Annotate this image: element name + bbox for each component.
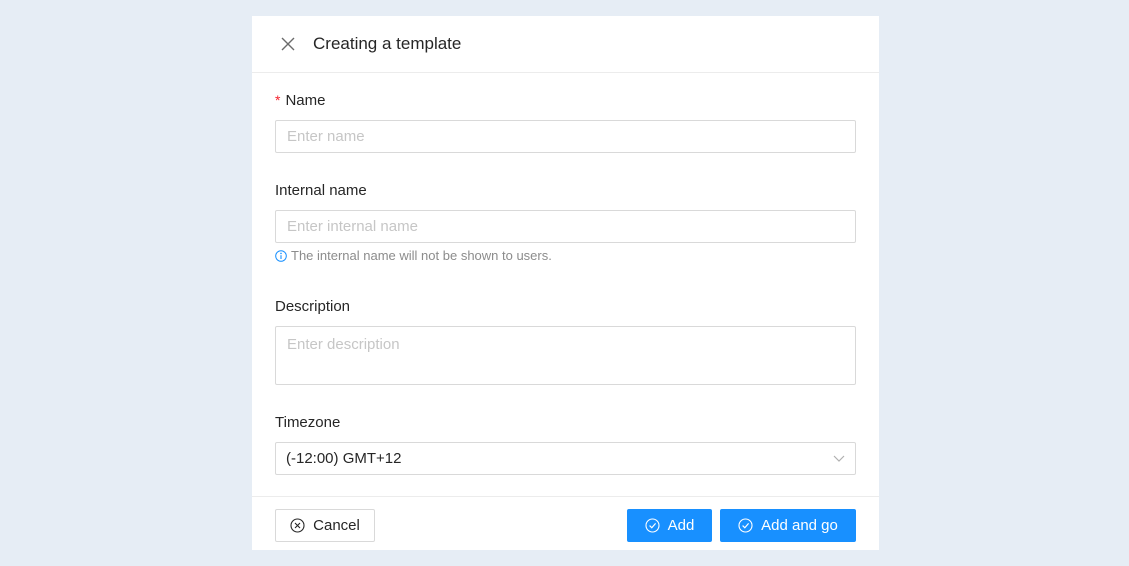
internal-name-input[interactable]	[275, 210, 856, 243]
add-and-go-button[interactable]: Add and go	[720, 509, 856, 542]
add-label: Add	[667, 517, 695, 534]
check-circle-icon	[738, 518, 753, 533]
name-label: * Name	[275, 92, 325, 109]
internal-name-label: Internal name	[275, 182, 367, 199]
required-mark: *	[275, 92, 281, 108]
create-template-modal: Creating a template *Name Internal name …	[252, 16, 879, 550]
internal-name-hint: The internal name will not be shown to u…	[275, 248, 552, 263]
cancel-label: Cancel	[313, 517, 360, 534]
add-button[interactable]: Add	[627, 509, 712, 542]
add-and-go-label: Add and go	[761, 517, 838, 534]
modal-header: Creating a template	[252, 16, 879, 73]
info-icon	[275, 249, 287, 262]
hint-text: The internal name will not be shown to u…	[291, 248, 552, 263]
timezone-select[interactable]: (-12:00) GMT+12	[275, 442, 856, 475]
cancel-button[interactable]: Cancel	[275, 509, 375, 542]
description-label: Description	[275, 298, 351, 315]
modal-title: Creating a template	[313, 34, 462, 53]
close-circle-icon	[290, 518, 305, 533]
close-icon[interactable]	[278, 34, 298, 54]
description-textarea[interactable]	[275, 326, 856, 385]
name-input[interactable]	[275, 120, 856, 153]
check-circle-icon	[645, 518, 660, 533]
timezone-selected-value: (-12:00) GMT+12	[286, 450, 402, 467]
modal-footer: Cancel Add Add and go	[252, 496, 879, 550]
timezone-label: Timezone	[275, 414, 341, 431]
name-label-text: Name	[285, 92, 326, 109]
chevron-down-icon	[833, 455, 845, 463]
